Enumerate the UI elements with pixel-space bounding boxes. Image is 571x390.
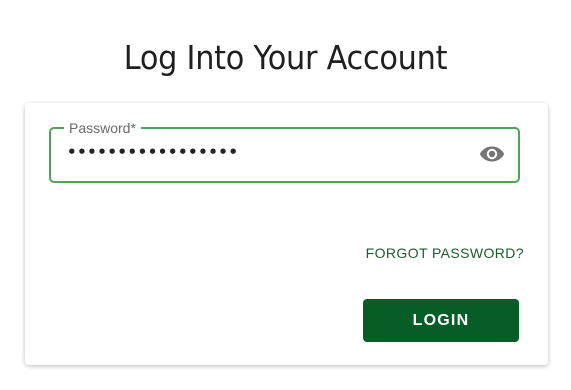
login-card: Password* ••••••••••••••••• FORGOT PASSW… (25, 103, 548, 365)
password-input[interactable]: ••••••••••••••••• (67, 143, 239, 161)
login-page: Log Into Your Account Password* ••••••••… (0, 0, 571, 390)
forgot-password-link[interactable]: FORGOT PASSWORD? (366, 245, 524, 261)
password-label: Password* (64, 119, 141, 137)
login-button[interactable]: LOGIN (363, 299, 519, 342)
password-field[interactable]: Password* ••••••••••••••••• (49, 119, 520, 183)
eye-icon[interactable] (478, 142, 506, 166)
page-title: Log Into Your Account (123, 38, 448, 77)
